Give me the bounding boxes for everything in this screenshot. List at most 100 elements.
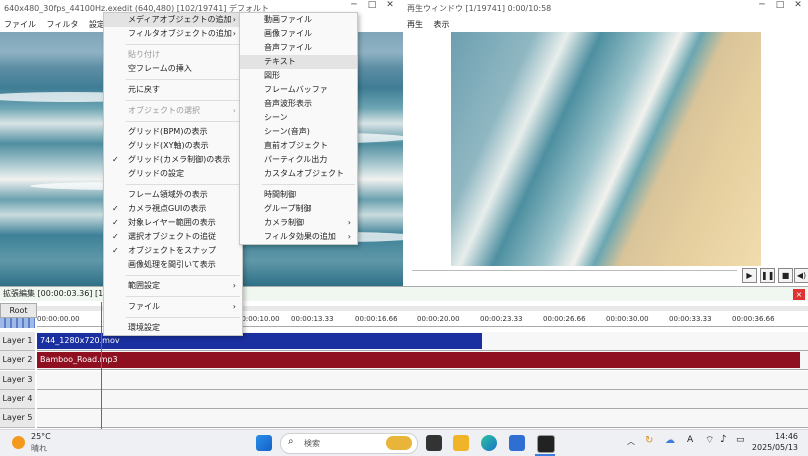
context-menu-item[interactable]: フィルタオブジェクトの追加 › — [104, 27, 242, 41]
submenu-item[interactable]: 直前オブジェクト — [240, 139, 357, 153]
ime-indicator[interactable]: A — [687, 435, 693, 445]
layer-row-3[interactable] — [37, 371, 808, 390]
submenu-item[interactable]: フィルタ効果の追加 › — [240, 230, 357, 244]
context-menu-item[interactable]: ✓ オブジェクトをスナップ — [104, 244, 242, 258]
layer-label-1[interactable]: Layer 1 — [0, 332, 35, 351]
submenu-item[interactable]: パーティクル出力 — [240, 153, 357, 167]
context-menu-item[interactable]: 画像処理を間引いて表示 — [104, 258, 242, 272]
menu-play[interactable]: 再生 — [407, 20, 423, 29]
context-menu-item[interactable]: ✓ グリッド(カメラ制御)の表示 — [104, 153, 242, 167]
play-preview[interactable] — [451, 32, 761, 266]
speaker-icon[interactable]: ♪ — [720, 434, 726, 445]
media-object-submenu: 動画ファイル画像ファイル音声ファイルテキスト図形 フレームバッファ 音声波形表示 シー… — [239, 12, 358, 245]
submenu-item[interactable]: カメラ制御 › — [240, 216, 357, 230]
menu-filter[interactable]: フィルタ — [47, 20, 79, 29]
context-menu-item[interactable]: ファイル › — [104, 300, 242, 314]
edge-icon[interactable] — [481, 435, 497, 451]
submenu-item[interactable]: 音声波形表示 — [240, 97, 357, 111]
submenu-item[interactable]: グループ制御 — [240, 202, 357, 216]
context-menu-item[interactable]: フレーム領域外の表示 — [104, 188, 242, 202]
audio-clip[interactable]: Bamboo_Road.mp3 — [37, 352, 800, 368]
context-menu-item-label: 環境設定 — [128, 323, 160, 332]
submenu-item-label: フィルタ効果の追加 — [264, 232, 336, 241]
context-menu-item: オブジェクトの選択 › — [104, 104, 242, 118]
layer-label-4[interactable]: Layer 4 — [0, 390, 35, 409]
context-menu-item: 貼り付け — [104, 48, 242, 62]
context-menu-item[interactable]: ✓ カメラ視点GUIの表示 — [104, 202, 242, 216]
windows-start-icon[interactable] — [256, 435, 272, 451]
submenu-item[interactable]: 音声ファイル — [240, 41, 357, 55]
submenu-item[interactable]: カスタムオブジェクト — [240, 167, 357, 181]
layer-row-2[interactable]: Bamboo_Road.mp3 — [37, 351, 808, 370]
layer-label-3[interactable]: Layer 3 — [0, 371, 35, 390]
menu-separator — [262, 184, 355, 185]
ruler-tick: 00:00:23.33 — [480, 315, 523, 323]
store-icon[interactable] — [509, 435, 525, 451]
context-menu-item[interactable]: 元に戻す — [104, 83, 242, 97]
context-menu-item[interactable]: ✓ 選択オブジェクトの追従 — [104, 230, 242, 244]
root-button[interactable]: Root — [0, 303, 37, 318]
submenu-item-label: テキスト — [264, 57, 296, 66]
play-button[interactable]: ▶ — [742, 268, 757, 283]
minimize-icon[interactable]: ─ — [753, 0, 771, 17]
sun-icon[interactable] — [12, 436, 25, 449]
context-menu-item[interactable]: ✓ 対象レイヤー範囲の表示 — [104, 216, 242, 230]
context-menu-item[interactable]: メディアオブジェクトの追加 › — [104, 13, 242, 27]
maximize-icon[interactable]: □ — [363, 0, 381, 17]
ruler-tick: 00:00:13.33 — [291, 315, 334, 323]
submenu-item[interactable]: 図形 — [240, 69, 357, 83]
clock-date[interactable]: 2025/05/13 — [744, 443, 798, 452]
taskbar-search[interactable]: ⌕ 検索 — [280, 433, 418, 454]
aviutl-icon[interactable] — [537, 435, 555, 453]
chevron-up-icon[interactable]: ︿ — [627, 436, 635, 447]
seek-bar[interactable] — [412, 270, 737, 271]
context-menu-item[interactable]: 範囲設定 › — [104, 279, 242, 293]
playhead-line[interactable] — [101, 302, 102, 430]
close-icon[interactable]: ✕ — [789, 0, 807, 17]
layer-row-4[interactable] — [37, 390, 808, 409]
stop-button[interactable]: ■ — [778, 268, 793, 283]
close-icon[interactable]: ✕ — [381, 0, 399, 17]
layer-label-2[interactable]: Layer 2 — [0, 351, 35, 370]
submenu-item[interactable]: 画像ファイル — [240, 27, 357, 41]
ruler-tick: 00:00:10.00 — [237, 315, 280, 323]
submenu-item[interactable]: シーン(音声) — [240, 125, 357, 139]
submenu-item[interactable]: テキスト — [240, 55, 357, 69]
cloud-icon[interactable]: ☁ — [665, 435, 675, 446]
task-view-icon[interactable] — [426, 435, 442, 451]
file-explorer-icon[interactable] — [453, 435, 469, 451]
menu-file[interactable]: ファイル — [4, 20, 36, 29]
weather-desc[interactable]: 晴れ — [31, 443, 47, 454]
maximize-icon[interactable]: □ — [771, 0, 789, 17]
context-menu-item-label: メディアオブジェクトの追加 — [128, 15, 232, 24]
volume-button[interactable]: ◀) — [794, 268, 808, 283]
context-menu-item[interactable]: グリッドの設定 — [104, 167, 242, 181]
submenu-item[interactable]: 動画ファイル — [240, 13, 357, 27]
submenu-item[interactable]: フレームバッファ — [240, 83, 357, 97]
timeline-close-button[interactable]: × — [793, 289, 805, 300]
pause-button[interactable]: ❚❚ — [760, 268, 775, 283]
ruler-tick: 00:00:20.00 — [417, 315, 460, 323]
context-menu-item[interactable]: グリッド(XY軸)の表示 — [104, 139, 242, 153]
ruler-tick: 00:00:30.00 — [606, 315, 649, 323]
chevron-right-icon: › — [232, 29, 236, 38]
context-menu-item-label: カメラ視点GUIの表示 — [128, 204, 207, 213]
menu-separator — [126, 296, 240, 297]
wifi-icon[interactable]: ⌔ — [705, 434, 714, 447]
menu-view[interactable]: 表示 — [434, 20, 450, 29]
submenu-item[interactable]: 時間制御 — [240, 188, 357, 202]
sync-icon[interactable]: ↻ — [645, 435, 653, 446]
weather-temp[interactable]: 25°C — [31, 432, 51, 441]
submenu-item-label: 画像ファイル — [264, 29, 312, 38]
context-menu-item-label: グリッド(カメラ制御)の表示 — [128, 155, 231, 164]
zoom-slider[interactable] — [0, 318, 35, 328]
layer-label-5[interactable]: Layer 5 — [0, 409, 35, 428]
check-icon: ✓ — [112, 204, 119, 213]
layer-row-5[interactable] — [37, 409, 808, 428]
submenu-item-label: 時間制御 — [264, 190, 296, 199]
context-menu-item[interactable]: 空フレームの挿入 — [104, 62, 242, 76]
submenu-item[interactable]: シーン — [240, 111, 357, 125]
context-menu-item[interactable]: グリッド(BPM)の表示 — [104, 125, 242, 139]
context-menu-item[interactable]: 環境設定 — [104, 321, 242, 335]
clock-time[interactable]: 14:46 — [758, 432, 798, 441]
